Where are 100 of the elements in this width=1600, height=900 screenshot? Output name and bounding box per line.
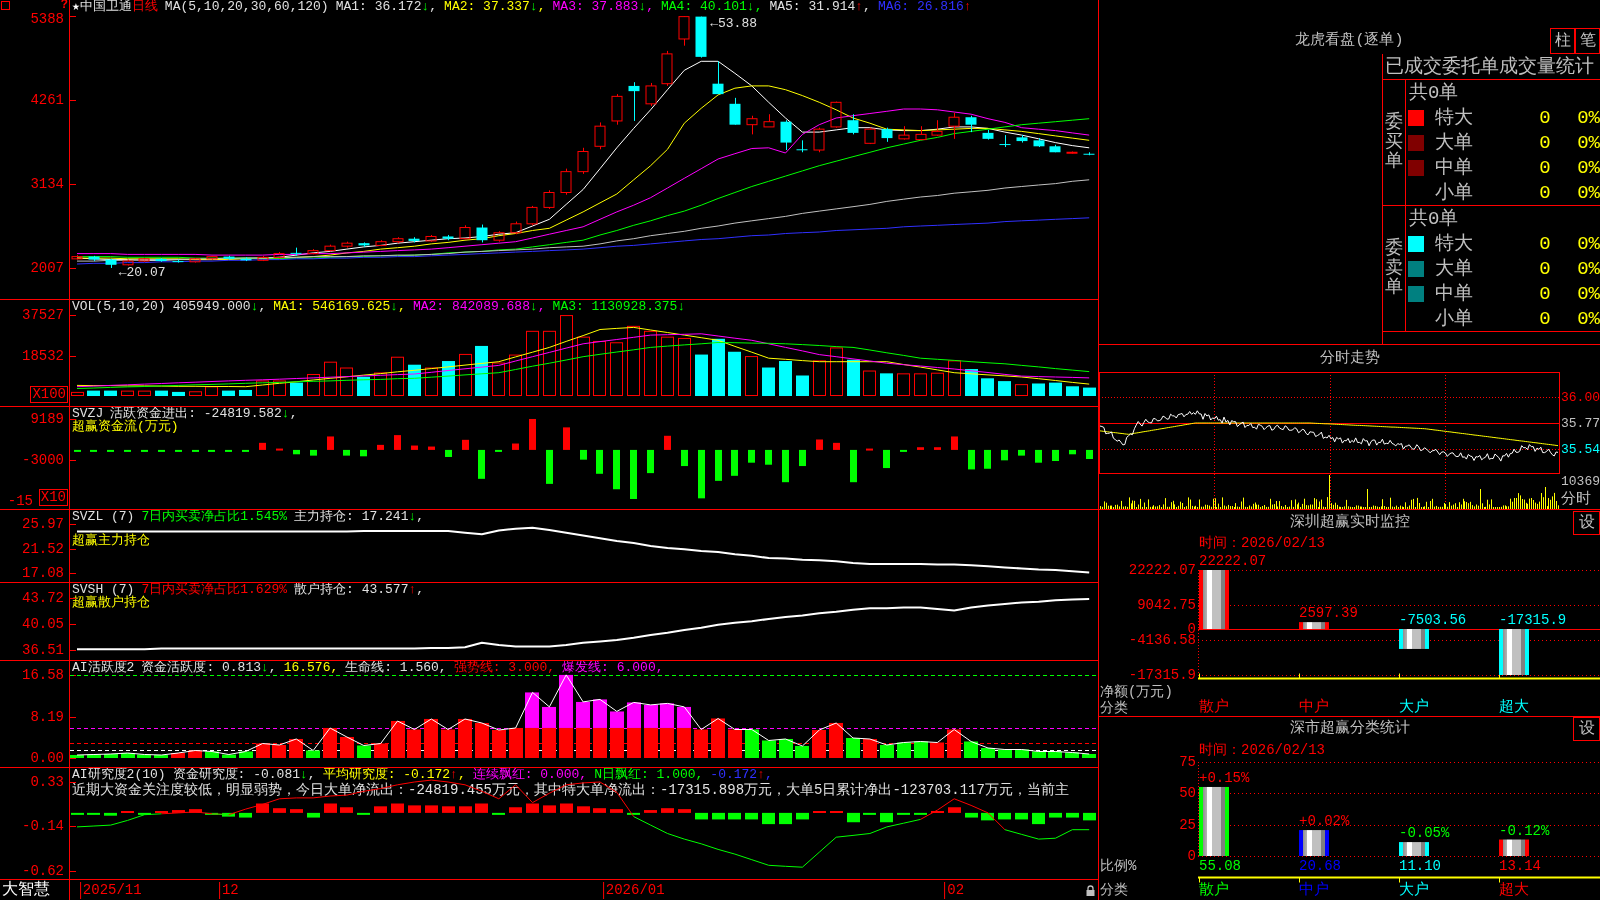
order-percent: 0%	[1577, 281, 1600, 306]
lock-icon	[1085, 884, 1095, 896]
candle	[138, 257, 150, 263]
settings-button[interactable]: 设	[1573, 717, 1600, 741]
volume-bar	[678, 337, 691, 396]
order-size-label: 小单	[1435, 180, 1473, 205]
flow-bar	[343, 449, 350, 456]
y-axis-label: 21.52	[22, 540, 64, 557]
activity-bar	[121, 753, 135, 758]
indicator-text: SVZJ	[72, 407, 104, 420]
research-bar	[998, 812, 1011, 820]
volume-bar	[610, 342, 623, 396]
candle	[796, 139, 808, 153]
activity-bar	[525, 692, 539, 728]
flow-bar	[428, 446, 435, 450]
indicator-text: 16.576,	[283, 661, 339, 674]
date-axis-label: 2025/11	[79, 882, 142, 899]
activity-bar	[154, 755, 168, 758]
research-bar	[138, 812, 151, 815]
y-axis-label: 25	[1179, 816, 1196, 833]
data-label: -7503.56	[1399, 612, 1467, 628]
flow-bar	[394, 435, 401, 450]
data-label: 13.14	[1499, 858, 1541, 874]
volume-bar	[914, 373, 927, 396]
candle	[155, 257, 167, 263]
flow-bar	[259, 442, 266, 450]
research-bar	[1049, 812, 1062, 818]
flow-bar	[782, 449, 789, 483]
ratio-bar	[1199, 786, 1229, 856]
volume-bar	[644, 330, 657, 396]
volume-bar	[442, 361, 455, 396]
y-axis-label: 16.58	[22, 667, 64, 683]
candle	[1049, 144, 1061, 153]
ratio-bar	[1499, 839, 1529, 856]
y-axis-label: 50	[1179, 785, 1196, 802]
research-bar	[610, 809, 623, 813]
flow-bar	[74, 449, 81, 452]
y-axis-label: 40.05	[22, 616, 64, 633]
flow-bar	[192, 449, 199, 452]
flow-bar	[630, 449, 637, 499]
settings-button[interactable]: 设	[1573, 511, 1600, 535]
research-bar	[408, 805, 421, 813]
activity-bar	[1048, 751, 1062, 758]
research-bar	[526, 803, 539, 813]
volume-bar	[695, 354, 708, 396]
candle	[948, 112, 960, 140]
activity-bar	[509, 727, 523, 758]
help-mark[interactable]: ?	[60, 0, 68, 11]
flow-bar	[445, 449, 452, 457]
data-label: -17315.9	[1499, 612, 1567, 628]
indicator-text: MA5: 31.914↑,	[769, 0, 871, 13]
volume-bar	[290, 382, 303, 396]
flow-bar	[765, 449, 772, 465]
flow-bar	[1069, 449, 1076, 455]
order-size-label: 大单	[1435, 256, 1473, 281]
volume-bar	[712, 338, 725, 396]
indicator-text: MA4: 40.101↓,	[661, 0, 763, 13]
flow-bar	[850, 449, 857, 483]
net-flow-bar	[1399, 629, 1429, 649]
candle	[965, 115, 977, 133]
candle	[982, 129, 994, 141]
candle	[813, 127, 825, 153]
indicator-text: 超赢资金流(万元)	[72, 420, 179, 433]
activity-bar	[863, 738, 877, 758]
y-axis-label: 0.00	[30, 750, 64, 766]
order-total: 共0单	[1408, 80, 1459, 105]
research-bar	[712, 812, 725, 820]
volume-bar	[593, 340, 606, 396]
activity-bar	[711, 718, 725, 758]
mode-button[interactable]: 笔	[1575, 28, 1600, 54]
volume-bar	[830, 347, 843, 396]
candle	[628, 81, 640, 122]
activity-bar	[627, 727, 641, 758]
volume-axis-label: 10369	[1561, 474, 1600, 490]
net-flow-bar	[1299, 622, 1329, 629]
volume-bar	[189, 391, 202, 396]
volume-bar	[948, 360, 961, 396]
flow-bar	[1035, 449, 1042, 463]
panel-title: 龙虎看盘(逐单)	[1295, 32, 1404, 50]
brand-name: 大智慧	[1, 880, 50, 900]
volume-bar	[138, 390, 151, 396]
indicator-text: MA1: 546169.625↓,	[273, 300, 406, 313]
order-count: 0	[1539, 281, 1551, 306]
order-count: 0	[1539, 130, 1551, 155]
volume-bar	[847, 359, 860, 396]
order-count: 0	[1539, 180, 1551, 205]
research-bar	[678, 809, 691, 813]
price-axis-label: 36.00	[1561, 390, 1600, 406]
flow-bar	[1018, 449, 1025, 456]
x-axis-label: 大户	[1399, 883, 1429, 899]
y-axis-label: 36.51	[22, 641, 64, 658]
research-bar	[577, 806, 590, 813]
mode-button[interactable]: 柱	[1550, 28, 1575, 54]
flow-bar	[968, 449, 975, 470]
activity-bar	[441, 729, 455, 758]
volume-bar	[172, 391, 185, 396]
flow-bar	[816, 439, 823, 450]
price-marker-label: ←20.07	[118, 266, 166, 280]
volume-bar	[273, 380, 286, 396]
y-axis-label: 17.08	[22, 565, 64, 581]
